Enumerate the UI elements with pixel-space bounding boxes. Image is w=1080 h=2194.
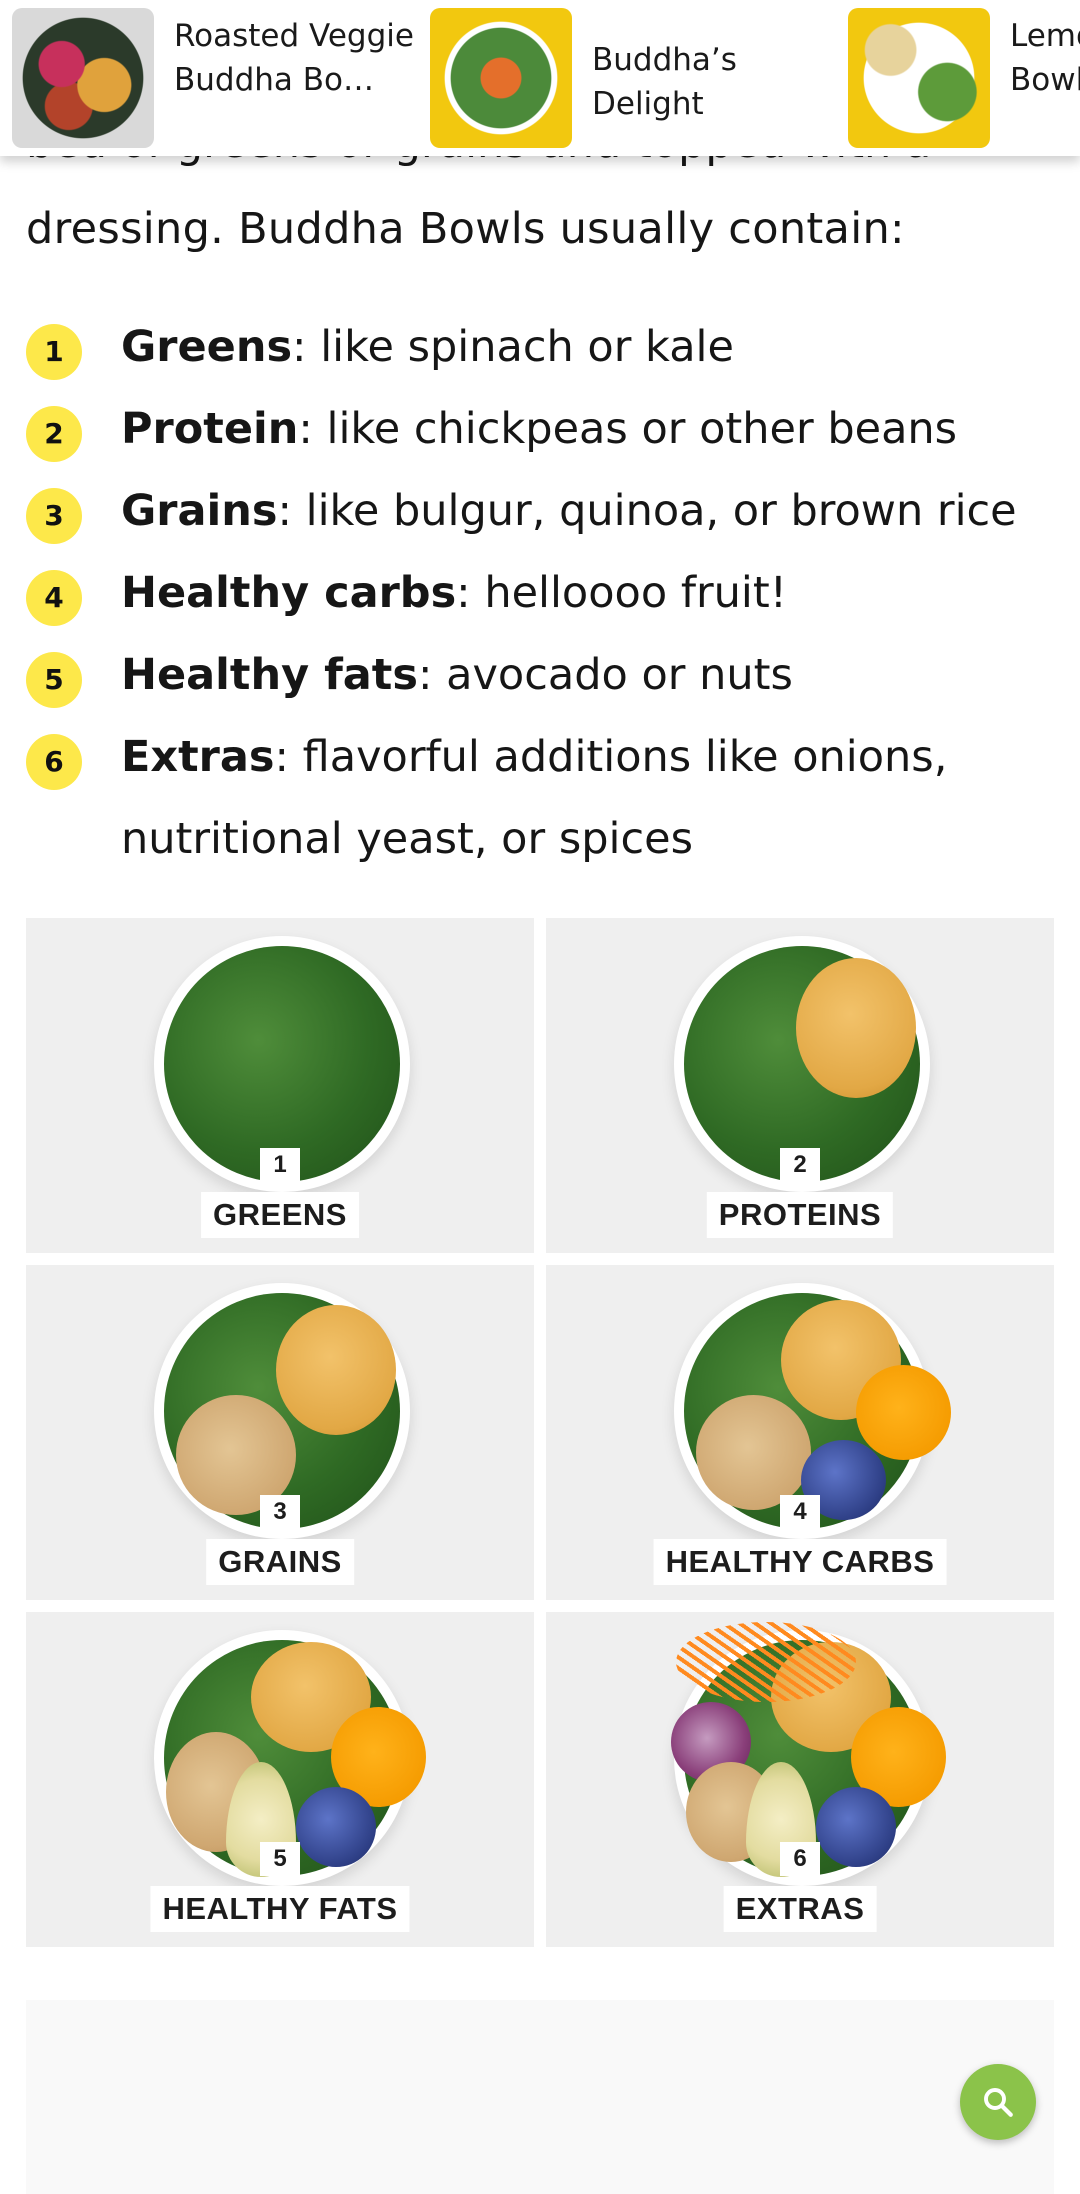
recommended-recipes-bar: Roasted Veggie Buddha Bo… Buddha’s Delig… <box>0 0 1080 156</box>
list-item: 5 Healthy fats: avocado or nuts <box>26 634 1056 716</box>
bowl-image-healthy-carbs[interactable]: 4 HEALTHY CARBS <box>546 1265 1054 1600</box>
step-term: Protein <box>121 404 299 454</box>
recommended-recipe-card[interactable]: Roasted Veggie Buddha Bo… <box>12 8 414 148</box>
spinach-layer <box>164 946 400 1182</box>
tile-label: GRAINS <box>206 1539 354 1585</box>
step-term: Healthy fats <box>121 650 418 700</box>
tile-label: EXTRAS <box>723 1886 877 1932</box>
bowl-image-grains[interactable]: 3 GRAINS <box>26 1265 534 1600</box>
buddha-bowl-image-grid: 1 GREENS 2 PROTEINS 3 GRAINS 4 HEALTHY C… <box>26 918 1054 1948</box>
buddha-bowl-list: 1 Greens: like spinach or kale 2 Protein: … <box>26 306 1056 880</box>
tile-number: 1 <box>260 1148 300 1182</box>
bowl-image-extras[interactable]: 6 EXTRAS <box>546 1612 1054 1947</box>
chickpeas <box>276 1305 396 1435</box>
grains <box>696 1395 811 1510</box>
step-term: Extras <box>121 732 275 782</box>
bowl-image-healthy-fats[interactable]: 5 HEALTHY FATS <box>26 1612 534 1947</box>
blueberries <box>816 1787 896 1867</box>
list-item: 6 Extras: flavorful additions like onions… <box>26 716 1056 880</box>
list-item: 1 Greens: like spinach or kale <box>26 306 1056 388</box>
recipe-thumbnail <box>12 8 154 148</box>
blueberries <box>296 1787 376 1867</box>
list-item: 2 Protein: like chickpeas or other beans <box>26 388 1056 470</box>
bowl-image-greens[interactable]: 1 GREENS <box>26 918 534 1253</box>
step-description: : like bulgur, quinoa, or brown rice <box>277 486 1017 536</box>
tile-number: 3 <box>260 1495 300 1529</box>
step-term: Greens <box>121 322 293 372</box>
tile-label: PROTEINS <box>706 1192 894 1238</box>
recommended-recipe-card[interactable]: Buddha’s Delight <box>430 8 830 148</box>
recipe-thumbnail <box>430 8 572 148</box>
tile-number: 2 <box>780 1148 820 1182</box>
tile-label: GREENS <box>201 1192 359 1238</box>
recipe-thumbnail <box>848 8 990 148</box>
step-term: Healthy carbs <box>121 568 457 618</box>
step-term: Grains <box>121 486 278 536</box>
tile-number: 4 <box>780 1495 820 1529</box>
step-number-badge: 6 <box>26 734 82 790</box>
step-number-badge: 3 <box>26 488 82 544</box>
intro-paragraph: dressing. Buddha Bowls usually contain: <box>26 204 905 254</box>
search-button[interactable] <box>960 2064 1036 2140</box>
tile-label: HEALTHY CARBS <box>653 1539 947 1585</box>
recommended-recipe-card[interactable]: Lemon Arugula Bowl <box>848 8 1080 148</box>
recipe-title: Buddha’s Delight <box>592 42 737 122</box>
step-description: : avocado or nuts <box>417 650 793 700</box>
recipe-title: Lemon Arugula Bowl <box>1010 18 1080 98</box>
shredded-carrots <box>676 1622 856 1702</box>
tile-number: 5 <box>260 1842 300 1876</box>
recipe-title: Roasted Veggie Buddha Bo… <box>174 18 414 98</box>
search-icon <box>984 2088 1013 2117</box>
step-description: : like chickpeas or other beans <box>298 404 958 454</box>
bowl-image-proteins[interactable]: 2 PROTEINS <box>546 918 1054 1253</box>
step-number-badge: 4 <box>26 570 82 626</box>
step-description: : helloooo fruit! <box>456 568 787 618</box>
list-item: 3 Grains: like bulgur, quinoa, or brown r… <box>26 470 1056 552</box>
step-number-badge: 2 <box>26 406 82 462</box>
tile-number: 6 <box>780 1842 820 1876</box>
list-item: 4 Healthy carbs: helloooo fruit! <box>26 552 1056 634</box>
tile-label: HEALTHY FATS <box>150 1886 410 1932</box>
step-number-badge: 1 <box>26 324 82 380</box>
orange-slices <box>856 1365 951 1460</box>
chickpeas <box>796 958 916 1098</box>
step-number-badge: 5 <box>26 652 82 708</box>
step-description: : like spinach or kale <box>292 322 734 372</box>
ad-placeholder <box>26 2000 1054 2194</box>
